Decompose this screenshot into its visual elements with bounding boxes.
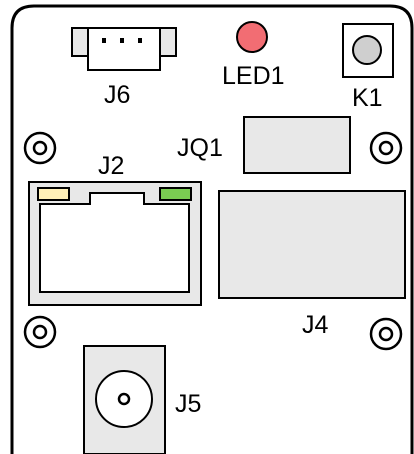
led1-label: LED1 [222, 62, 285, 90]
j2-ethernet-jack [28, 181, 202, 306]
mounting-hole-icon [369, 317, 403, 351]
push-button-icon [352, 35, 382, 65]
mounting-hole-icon [23, 315, 57, 349]
jack-led-yellow [37, 187, 70, 201]
j6-label: J6 [104, 81, 130, 109]
led-icon [236, 21, 268, 53]
j4-component [218, 190, 406, 299]
j2-label: J2 [98, 152, 124, 180]
mounting-hole-icon [369, 131, 403, 165]
j5-label: J5 [175, 390, 201, 418]
k1-push-button [342, 23, 394, 78]
j4-label: J4 [302, 311, 329, 339]
mounting-hole-icon [23, 131, 57, 165]
jack-led-green [159, 187, 192, 201]
j5-power-jack [83, 345, 166, 454]
j6-connector [71, 27, 177, 71]
k1-label: K1 [352, 84, 383, 112]
jq1-label: JQ1 [177, 134, 223, 162]
pcb-diagram: J6 LED1 K1 JQ1 J2 J4 J5 [10, 4, 414, 454]
jq1-component [243, 116, 351, 174]
